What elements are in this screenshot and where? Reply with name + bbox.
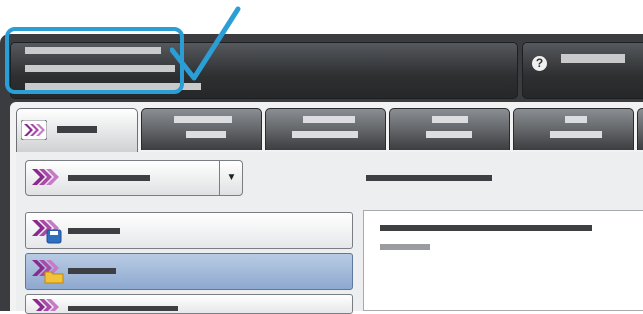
highlight-callout [5, 27, 184, 94]
tab-label [514, 109, 515, 110]
chevron-app-icon [32, 299, 59, 311]
list-item-label [26, 213, 27, 214]
tab-4-line-2 [426, 131, 472, 138]
tab-label [390, 109, 391, 110]
list-item-3-bar [68, 306, 178, 311]
tab-3[interactable] [265, 108, 386, 150]
tab-3-line-1 [303, 116, 355, 123]
help-icon[interactable]: ? [532, 56, 547, 71]
tab-label-bar [57, 126, 97, 133]
save-to-disk-icon [32, 220, 62, 244]
chevron-down-icon[interactable]: ▼ [219, 160, 243, 196]
checkmark-icon [170, 6, 241, 81]
services-home-icon [21, 120, 47, 140]
tab-2-line-2 [186, 131, 226, 138]
tab-2-line-1 [174, 116, 232, 123]
details-text-bar [380, 244, 430, 250]
chevron-app-icon [32, 169, 59, 185]
tab-3-line-2 [292, 131, 358, 138]
list-item[interactable] [25, 294, 353, 314]
tab-4-line-1 [432, 116, 468, 123]
tab-more[interactable] [637, 108, 643, 150]
tab-label [17, 109, 18, 110]
tab-4[interactable] [389, 108, 510, 150]
content-heading-bar [366, 175, 492, 181]
list-item-1-bar [68, 228, 120, 234]
dropdown-value-bar [68, 175, 150, 181]
tab-2[interactable] [141, 108, 262, 150]
list-item-label [26, 295, 27, 296]
tab-5[interactable] [513, 108, 634, 150]
tab-5-line-2 [550, 131, 602, 138]
dropdown-value [26, 161, 27, 162]
tab-label [266, 109, 267, 110]
details-heading-bar [380, 225, 592, 231]
list-item-label [26, 254, 27, 255]
content-heading [16, 152, 17, 153]
login-text-bar [561, 54, 625, 63]
list-item-2-bar [68, 268, 116, 274]
tab-5-line-1 [565, 116, 587, 123]
login-label [523, 43, 524, 44]
details-text [364, 211, 365, 212]
tab-label [142, 109, 143, 110]
folder-icon [32, 260, 64, 284]
details-heading [364, 211, 365, 212]
